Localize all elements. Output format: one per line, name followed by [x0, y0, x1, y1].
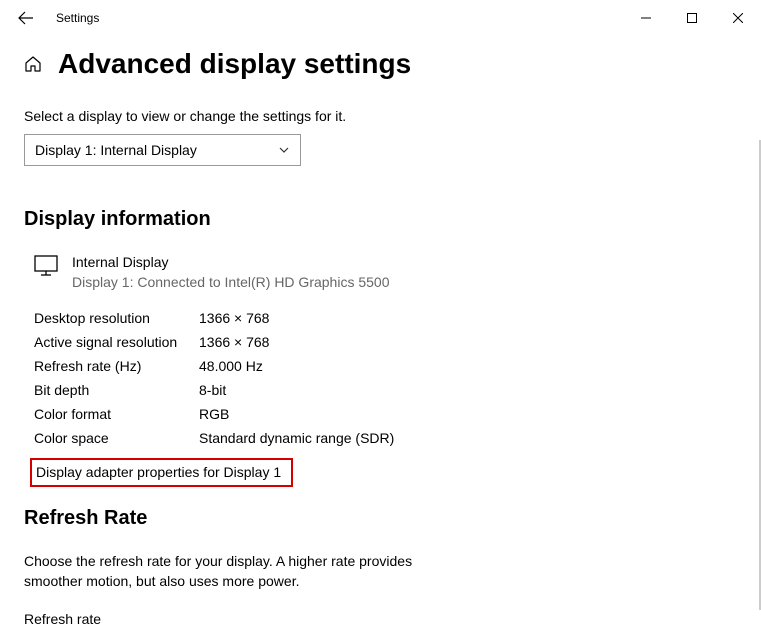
- select-prompt: Select a display to view or change the s…: [24, 108, 737, 124]
- table-row: Color space Standard dynamic range (SDR): [34, 430, 737, 446]
- info-value: 1366 × 768: [199, 334, 269, 350]
- back-button[interactable]: [8, 0, 44, 36]
- titlebar: Settings: [0, 0, 761, 36]
- refresh-rate-heading: Refresh Rate: [24, 507, 737, 530]
- info-value: RGB: [199, 406, 229, 422]
- window-title: Settings: [56, 11, 99, 25]
- close-button[interactable]: [715, 2, 761, 34]
- table-row: Desktop resolution 1366 × 768: [34, 310, 737, 326]
- dropdown-selected-value: Display 1: Internal Display: [35, 142, 197, 158]
- close-icon: [733, 13, 743, 23]
- table-row: Color format RGB: [34, 406, 737, 422]
- display-adapter-properties-link[interactable]: Display adapter properties for Display 1: [30, 458, 293, 487]
- display-select-dropdown[interactable]: Display 1: Internal Display: [24, 134, 301, 166]
- info-label: Color format: [34, 406, 199, 422]
- window-controls: [623, 2, 761, 34]
- display-name: Internal Display: [72, 253, 389, 273]
- refresh-rate-label: Refresh rate: [24, 611, 737, 627]
- display-info-table: Desktop resolution 1366 × 768 Active sig…: [34, 310, 737, 446]
- minimize-button[interactable]: [623, 2, 669, 34]
- table-row: Bit depth 8-bit: [34, 382, 737, 398]
- monitor-icon: [34, 255, 58, 282]
- maximize-icon: [687, 13, 697, 23]
- home-icon: [24, 55, 42, 73]
- info-value: 48.000 Hz: [199, 358, 263, 374]
- arrow-left-icon: [18, 10, 34, 26]
- display-information-heading: Display information: [24, 208, 737, 231]
- page-header: Advanced display settings: [24, 48, 737, 80]
- maximize-button[interactable]: [669, 2, 715, 34]
- display-connected-text: Display 1: Connected to Intel(R) HD Grap…: [72, 273, 389, 293]
- minimize-icon: [641, 13, 651, 23]
- info-value: Standard dynamic range (SDR): [199, 430, 394, 446]
- info-label: Active signal resolution: [34, 334, 199, 350]
- table-row: Refresh rate (Hz) 48.000 Hz: [34, 358, 737, 374]
- info-label: Color space: [34, 430, 199, 446]
- refresh-rate-description: Choose the refresh rate for your display…: [24, 552, 434, 591]
- info-value: 1366 × 768: [199, 310, 269, 326]
- home-button[interactable]: [24, 55, 42, 73]
- display-summary: Internal Display Display 1: Connected to…: [34, 253, 737, 292]
- content-area: Advanced display settings Select a displ…: [0, 36, 761, 627]
- info-label: Desktop resolution: [34, 310, 199, 326]
- info-value: 8-bit: [199, 382, 226, 398]
- info-label: Bit depth: [34, 382, 199, 398]
- page-title: Advanced display settings: [58, 48, 411, 80]
- table-row: Active signal resolution 1366 × 768: [34, 334, 737, 350]
- info-label: Refresh rate (Hz): [34, 358, 199, 374]
- chevron-down-icon: [278, 144, 290, 156]
